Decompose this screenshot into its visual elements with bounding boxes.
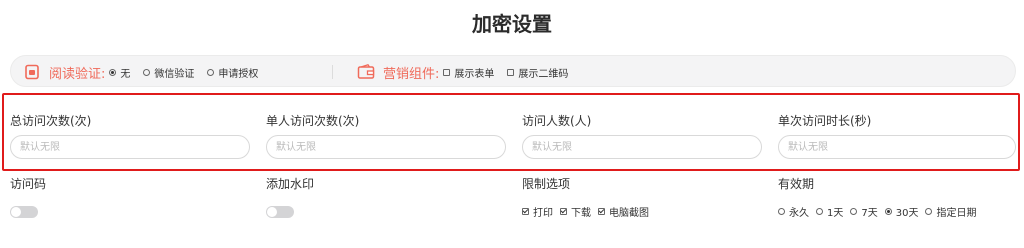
total-visits-input[interactable] — [10, 135, 250, 159]
wallet-icon — [357, 63, 375, 81]
marketing-group: 营销组件: 展示表单 展示二维码 — [357, 56, 581, 88]
visitor-count-input[interactable] — [522, 135, 762, 159]
radio-indicator[interactable] — [925, 207, 933, 215]
radio-1-day[interactable]: 1天 — [816, 204, 843, 219]
checkbox-download[interactable]: 下载 — [560, 204, 591, 219]
highlight-frame — [2, 93, 1020, 171]
reading-verification-group: 阅读验证: 无 微信验证 申请授权 — [23, 56, 271, 88]
radio-7-days[interactable]: 7天 — [850, 204, 878, 219]
radio-none[interactable]: 无 — [109, 65, 130, 80]
checkbox-indicator[interactable] — [443, 68, 451, 76]
session-duration-label: 单次访问时长(秒) — [778, 114, 872, 128]
radio-indicator[interactable] — [207, 68, 215, 76]
total-visits-label: 总访问次数(次) — [10, 114, 92, 128]
watermark-label: 添加水印 — [266, 177, 315, 191]
checkbox-show-qrcode[interactable]: 展示二维码 — [507, 65, 568, 80]
radio-indicator[interactable] — [884, 207, 892, 215]
session-duration-input[interactable] — [778, 135, 1016, 159]
radio-request-auth[interactable]: 申请授权 — [207, 65, 258, 80]
per-user-visits-label: 单人访问次数(次) — [266, 114, 360, 128]
radio-indicator[interactable] — [778, 207, 785, 215]
watermark-toggle[interactable] — [266, 206, 294, 218]
phone-lock-icon — [23, 63, 41, 81]
validity-label: 有效期 — [778, 177, 815, 191]
checkbox-indicator[interactable] — [598, 207, 605, 215]
restrictions-label: 限制选项 — [522, 177, 571, 191]
access-code-label: 访问码 — [10, 177, 47, 191]
radio-custom-date[interactable]: 指定日期 — [925, 204, 976, 219]
marketing-label: 营销组件: — [383, 66, 440, 82]
visitor-count-label: 访问人数(人) — [522, 114, 592, 128]
access-code-toggle[interactable] — [10, 206, 38, 218]
validity-options: 永久 1天 7天 30天 指定日期 — [778, 203, 983, 219]
radio-30-days[interactable]: 30天 — [884, 204, 918, 219]
restrictions-options: 打印 下载 电脑截图 — [522, 203, 656, 219]
per-user-visits-input[interactable] — [266, 135, 506, 159]
checkbox-indicator[interactable] — [507, 68, 515, 76]
checkbox-show-form[interactable]: 展示表单 — [443, 65, 494, 80]
checkbox-indicator[interactable] — [560, 207, 567, 215]
toggle-knob — [11, 207, 21, 217]
radio-indicator[interactable] — [816, 207, 823, 215]
divider — [332, 65, 333, 79]
radio-indicator[interactable] — [109, 68, 117, 76]
radio-indicator[interactable] — [143, 68, 151, 76]
radio-permanent[interactable]: 永久 — [778, 204, 809, 219]
checkbox-indicator[interactable] — [522, 207, 529, 215]
reading-verification-label: 阅读验证: — [49, 66, 106, 82]
options-bar: 阅读验证: 无 微信验证 申请授权 营销组件: 展示表单 展示二维码 — [10, 55, 1016, 87]
radio-wechat-verify[interactable]: 微信验证 — [143, 65, 194, 80]
page-title: 加密设置 — [472, 12, 552, 36]
checkbox-screenshot[interactable]: 电脑截图 — [598, 204, 649, 219]
radio-indicator[interactable] — [850, 207, 858, 215]
toggle-knob — [267, 207, 277, 217]
checkbox-print[interactable]: 打印 — [522, 204, 553, 219]
